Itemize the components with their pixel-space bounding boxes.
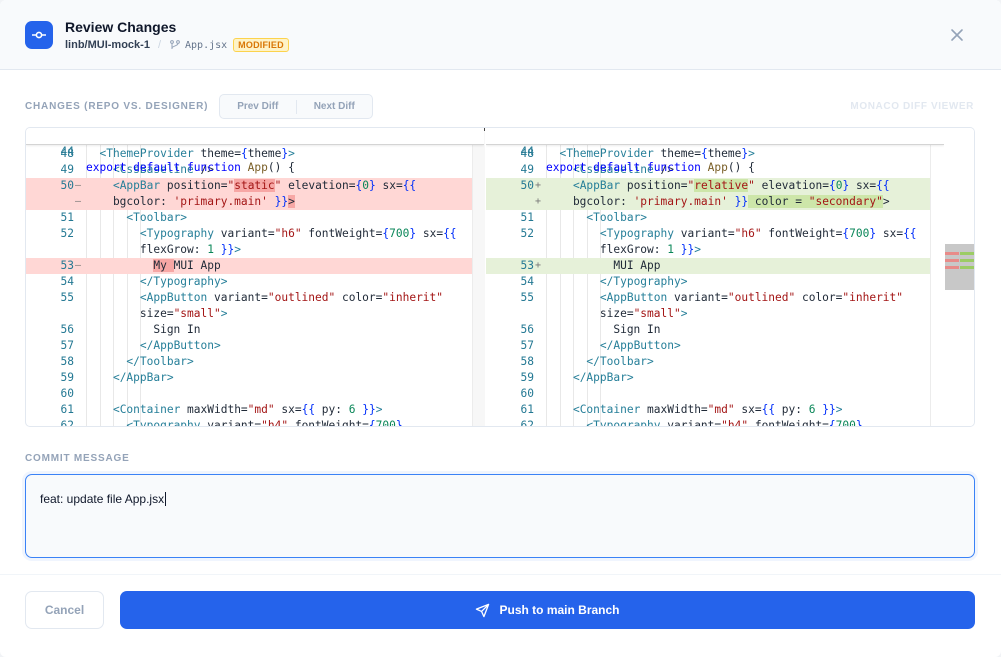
footer-divider (0, 574, 1001, 575)
commit-message-text: feat: update file App.jsx (40, 492, 165, 506)
code-line: 54 </Typography> (520, 275, 688, 288)
push-button-label: Push to main Branch (499, 603, 620, 617)
code-line: 57 </AppButton> (60, 339, 221, 352)
send-icon (476, 603, 490, 617)
cancel-button[interactable]: Cancel (25, 591, 104, 629)
repo-name: linb/MUI-mock-1 (65, 39, 150, 51)
modal-header: Review Changes linb/MUI-mock-1 / App.jsx… (0, 0, 1001, 70)
code-line: 61 <Container maxWidth="md" sx={{ py: 6 … (60, 403, 383, 416)
code-line: 55 <AppButton variant="outlined" color="… (60, 291, 444, 304)
code-line: 62 <Typography variant="h4" fontWeight={… (520, 419, 863, 427)
file-breadcrumb: linb/MUI-mock-1 / App.jsx MODIFIED (65, 38, 289, 52)
close-icon[interactable] (948, 26, 966, 44)
original-pane[interactable]: 44 export default function App() { 48 <T… (26, 128, 484, 427)
original-scrollbar[interactable] (472, 128, 485, 426)
line-number: 44 (520, 145, 534, 158)
modal-title: Review Changes (65, 19, 177, 35)
file-name: App.jsx (185, 39, 228, 51)
review-changes-modal: Review Changes linb/MUI-mock-1 / App.jsx… (0, 0, 1001, 657)
sticky-scroll-header: 44 export default function App() { (486, 128, 944, 174)
code-line: 57 </AppButton> (520, 339, 681, 352)
commit-section-label: COMMIT MESSAGE (25, 453, 130, 464)
breadcrumb-separator: / (157, 39, 162, 51)
next-diff-button[interactable]: Next Diff (297, 101, 373, 112)
deleted-line: — bgcolor: 'primary.main' }}> (26, 194, 484, 210)
inserted-line: 53 + MUI App (486, 258, 944, 274)
code-line: 54 </Typography> (60, 275, 228, 288)
modified-pane[interactable]: 44 export default function App() { 48 <T… (486, 128, 944, 427)
code-line: 52 <Typography variant="h6" fontWeight={… (520, 227, 917, 240)
changes-section-label: CHANGES (REPO VS. DESIGNER) (25, 101, 209, 112)
code-line: 60 (520, 387, 534, 400)
sticky-scroll-header: 44 export default function App() { (26, 128, 484, 174)
code-line: 60 (60, 387, 74, 400)
code-line: 61 <Container maxWidth="md" sx={{ py: 6 … (520, 403, 843, 416)
code-line: 51 <Toolbar> (60, 211, 188, 224)
push-button[interactable]: Push to main Branch (120, 591, 975, 629)
code-line: size="small"> (86, 307, 228, 320)
viewer-label: MONACO DIFF VIEWER (850, 101, 974, 112)
commit-message-input[interactable]: feat: update file App.jsx (25, 474, 975, 558)
deleted-line: 53— My MUI App (26, 258, 484, 274)
prev-diff-button[interactable]: Prev Diff (220, 101, 296, 112)
line-number: 44 (60, 145, 74, 158)
code-line: 56 Sign In (60, 323, 201, 336)
inserted-line: 50 + <AppBar position="relative" elevatio… (486, 178, 944, 194)
code-line: export default function App() { (546, 161, 755, 174)
code-line: flexGrow: 1 }}> (546, 243, 701, 256)
git-commit-icon (25, 21, 53, 49)
code-line: size="small"> (546, 307, 688, 320)
code-line: 59 </AppBar> (60, 371, 174, 384)
git-branch-icon (169, 39, 181, 51)
inserted-line: + bgcolor: 'primary.main' }} color = "se… (486, 194, 944, 210)
diff-editor[interactable]: 44 export default function App() { 48 <T… (25, 127, 975, 427)
code-line: 59 </AppBar> (520, 371, 634, 384)
status-badge: MODIFIED (233, 38, 289, 52)
code-line: 58 </Toolbar> (60, 355, 194, 368)
code-line: 55 <AppButton variant="outlined" color="… (520, 291, 904, 304)
deleted-line: 50— <AppBar position="static" elevation=… (26, 178, 484, 194)
code-line: export default function App() { (86, 161, 295, 174)
code-line: 58 </Toolbar> (520, 355, 654, 368)
diff-overview-ruler[interactable] (930, 128, 974, 426)
text-caret (165, 492, 167, 506)
code-line: flexGrow: 1 }}> (86, 243, 241, 256)
code-line: 51 <Toolbar> (520, 211, 648, 224)
code-line: 52 <Typography variant="h6" fontWeight={… (60, 227, 457, 240)
code-line: 56 Sign In (520, 323, 661, 336)
code-line: 62 <Typography variant="h4" fontWeight={… (60, 419, 403, 427)
diff-navigation: Prev Diff Next Diff (219, 94, 373, 119)
